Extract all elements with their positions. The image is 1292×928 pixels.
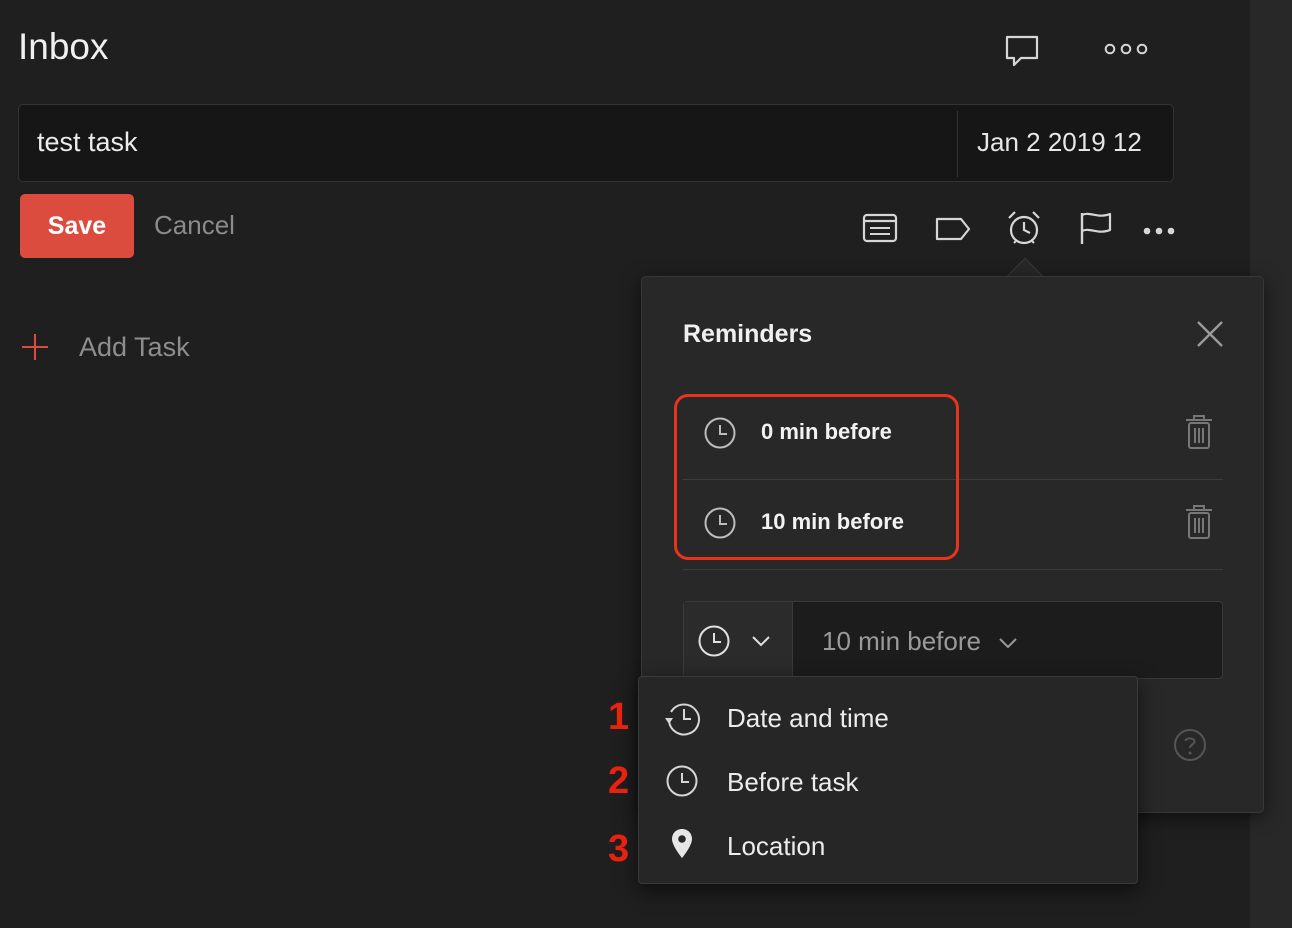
add-task-label: Add Task [79,332,190,362]
reminders-title: Reminders [683,320,813,348]
task-name-input[interactable]: test task [37,127,138,158]
save-button[interactable]: Save [20,194,134,258]
menu-item-before-task[interactable]: Before task [639,750,1137,814]
menu-item-label: Location [727,831,826,861]
reminder-type-select[interactable] [684,602,793,678]
page-title: Inbox [18,26,109,67]
annotation-highlight [674,394,959,560]
history-clock-icon [665,703,700,736]
clock-icon [698,625,730,657]
menu-item-location[interactable]: Location [639,814,1137,878]
project-icon[interactable] [862,213,898,243]
chevron-down-icon [999,638,1017,649]
chevron-down-icon [752,636,770,647]
annotation-marker-1: 1 [608,696,630,738]
annotation-marker-2: 2 [608,760,630,802]
due-date-field[interactable]: Jan 2 2019 12 [977,127,1142,158]
label-icon[interactable] [934,215,972,243]
more-icon[interactable] [1142,226,1176,236]
help-icon[interactable] [1173,728,1207,762]
clock-icon [666,765,698,797]
menu-item-label: Date and time [727,703,889,733]
reminder-offset-value: 10 min before [822,626,981,656]
location-pin-icon [672,829,692,858]
trash-icon[interactable] [1184,504,1214,540]
add-reminder-control: 10 min before [683,601,1223,679]
date-divider [957,111,958,177]
plus-icon [22,334,48,360]
menu-item-date-and-time[interactable]: Date and time [639,686,1137,750]
reminder-divider [682,569,1223,570]
reminder-offset-select[interactable]: 10 min before [822,626,1018,657]
app-window: Inbox test task Jan 2 2019 12 Save Cance… [0,0,1292,928]
cancel-button[interactable]: Cancel [154,210,235,241]
more-horizontal-icon[interactable] [1104,42,1148,56]
menu-item-label: Before task [727,767,859,797]
reminder-type-menu: Date and time Before task Location [638,676,1138,884]
task-editor-box[interactable]: test task Jan 2 2019 12 [18,104,1174,182]
trash-icon[interactable] [1184,414,1214,450]
flag-icon[interactable] [1078,210,1116,246]
close-icon[interactable] [1195,319,1225,349]
alarm-icon[interactable] [1004,208,1044,248]
comment-icon[interactable] [1004,34,1040,68]
annotation-marker-3: 3 [608,828,630,870]
